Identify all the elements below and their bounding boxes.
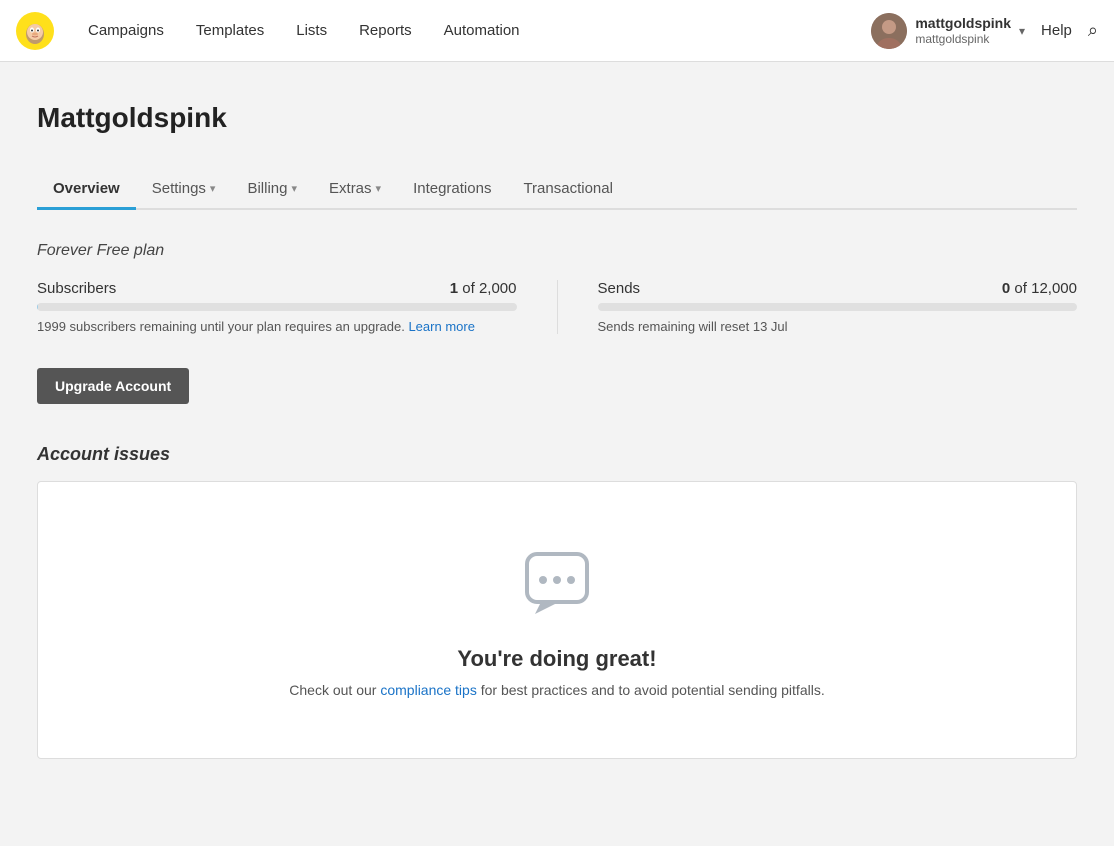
nav-automation[interactable]: Automation xyxy=(430,14,534,47)
subscribers-progress-bg xyxy=(37,303,517,311)
user-chevron-icon: ▾ xyxy=(1019,24,1025,38)
sends-progress-bg xyxy=(598,303,1078,311)
main-content: Mattgoldspink Overview Settings ▾ Billin… xyxy=(17,62,1097,779)
nav-templates[interactable]: Templates xyxy=(182,14,278,47)
issues-empty-desc: Check out our compliance tips for best p… xyxy=(289,682,824,698)
learn-more-link[interactable]: Learn more xyxy=(408,319,474,334)
nav-right: mattgoldspink mattgoldspink ▾ Help ⌕ xyxy=(871,13,1098,49)
sub-tabs: Overview Settings ▾ Billing ▾ Extras ▾ I… xyxy=(37,170,1077,210)
tab-transactional[interactable]: Transactional xyxy=(507,170,629,210)
tab-settings[interactable]: Settings ▾ xyxy=(136,170,232,210)
plan-label: Forever Free plan xyxy=(37,242,1077,260)
help-link[interactable]: Help xyxy=(1041,22,1072,39)
billing-chevron-icon: ▾ xyxy=(291,182,297,195)
sends-sub: Sends remaining will reset 13 Jul xyxy=(598,319,1078,334)
subscribers-value: 1 of 2,000 xyxy=(450,280,517,297)
mailchimp-logo[interactable] xyxy=(16,12,54,50)
subscribers-block: Subscribers 1 of 2,000 1999 subscribers … xyxy=(37,280,517,334)
tab-integrations[interactable]: Integrations xyxy=(397,170,507,210)
user-avatar xyxy=(871,13,907,49)
user-name-sub: mattgoldspink xyxy=(915,32,1011,48)
account-issues-card: You're doing great! Check out our compli… xyxy=(37,481,1077,759)
tab-overview[interactable]: Overview xyxy=(37,170,136,210)
user-info: mattgoldspink mattgoldspink xyxy=(915,14,1011,48)
sends-header: Sends 0 of 12,000 xyxy=(598,280,1078,297)
subscribers-header: Subscribers 1 of 2,000 xyxy=(37,280,517,297)
user-section[interactable]: mattgoldspink mattgoldspink ▾ xyxy=(871,13,1025,49)
settings-chevron-icon: ▾ xyxy=(210,182,216,195)
search-icon[interactable]: ⌕ xyxy=(1088,20,1098,41)
nav-campaigns[interactable]: Campaigns xyxy=(74,14,178,47)
compliance-tips-link[interactable]: compliance tips xyxy=(380,682,477,698)
subscribers-label: Subscribers xyxy=(37,280,116,297)
top-nav: Campaigns Templates Lists Reports Automa… xyxy=(0,0,1114,62)
tab-extras[interactable]: Extras ▾ xyxy=(313,170,397,210)
sends-value: 0 of 12,000 xyxy=(1002,280,1077,297)
sends-label: Sends xyxy=(598,280,641,297)
extras-chevron-icon: ▾ xyxy=(376,182,382,195)
metrics-row: Subscribers 1 of 2,000 1999 subscribers … xyxy=(37,280,1077,334)
great-icon xyxy=(517,542,597,622)
account-issues-title: Account issues xyxy=(37,444,1077,465)
user-name-display: mattgoldspink xyxy=(915,14,1011,32)
tab-billing[interactable]: Billing ▾ xyxy=(231,170,313,210)
nav-lists[interactable]: Lists xyxy=(282,14,341,47)
metrics-divider xyxy=(557,280,558,334)
nav-links: Campaigns Templates Lists Reports Automa… xyxy=(74,14,871,47)
sends-block: Sends 0 of 12,000 Sends remaining will r… xyxy=(598,280,1078,334)
upgrade-account-button[interactable]: Upgrade Account xyxy=(37,368,189,404)
nav-reports[interactable]: Reports xyxy=(345,14,426,47)
issues-empty-heading: You're doing great! xyxy=(457,646,656,672)
page-title: Mattgoldspink xyxy=(37,102,1077,134)
subscribers-sub: 1999 subscribers remaining until your pl… xyxy=(37,319,517,334)
